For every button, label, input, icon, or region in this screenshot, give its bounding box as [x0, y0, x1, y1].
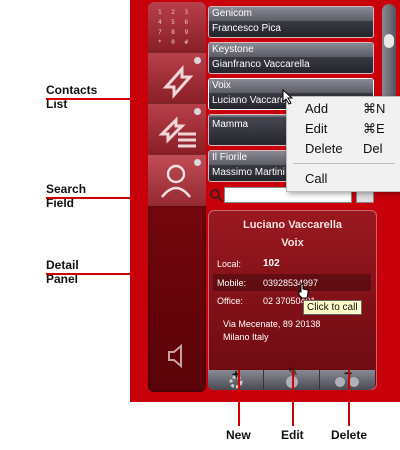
detail-office-label: Office: [217, 296, 243, 306]
callout-search-field: Search Field [46, 182, 86, 210]
detail-address-line1: Via Mecenate, 89 20138 [223, 319, 321, 329]
hand-pointer-icon [298, 283, 309, 299]
callout-delete: Delete [331, 428, 368, 442]
menu-item-edit[interactable]: Edit ⌘E [287, 119, 400, 137]
callout-detail-panel-line1: Detail [46, 258, 79, 272]
context-menu: Add ⌘N Edit ⌘E Delete Del Call [286, 96, 400, 192]
menu-item-delete[interactable]: Delete Del [287, 139, 400, 157]
callout-delete-pointer [348, 370, 350, 426]
menu-item-label: Call [305, 171, 328, 186]
detail-name: Luciano Vaccarella [242, 219, 343, 231]
callout-edit: Edit [281, 428, 304, 442]
detail-mobile-value[interactable]: 03928534997 [263, 278, 318, 288]
callout-detail-panel: Detail Panel [46, 258, 79, 286]
detail-local-value[interactable]: 102 [263, 258, 280, 269]
contact-name: Francesco Pica [212, 23, 281, 34]
callout-contacts-list: Contacts List [46, 83, 97, 111]
gear-icon [229, 375, 243, 389]
callout-new: New [226, 428, 251, 442]
speaker-icon[interactable] [166, 344, 188, 368]
menu-item-label: Delete [305, 141, 343, 156]
callout-search-field-line1: Search [46, 182, 87, 196]
contact-name: Gianfranco Vaccarella [212, 59, 310, 70]
contact-company: Keystone [209, 43, 373, 57]
menu-item-shortcut: Del [363, 141, 383, 156]
menu-item-call[interactable]: Call [287, 169, 400, 187]
callout-new-pointer [238, 370, 240, 426]
person-icon [161, 164, 191, 198]
call-list-icon [158, 116, 196, 148]
click-to-call-tooltip: Click to call [303, 300, 362, 315]
menu-item-add[interactable]: Add ⌘N [287, 99, 400, 117]
call-list-button[interactable] [148, 104, 206, 155]
toolbar: 1 2 3 4 5 6 7 8 9 * 0 # [148, 2, 206, 392]
voicemail-icon [335, 377, 359, 387]
contacts-button[interactable] [148, 155, 206, 206]
keypad-icon: 1 2 3 4 5 6 7 8 9 * 0 # [158, 9, 192, 46]
menu-item-shortcut: ⌘E [363, 121, 385, 136]
mouse-pointer-icon [282, 89, 293, 105]
keypad-button[interactable]: 1 2 3 4 5 6 7 8 9 * 0 # [148, 2, 206, 53]
detail-local-label: Local: [217, 259, 242, 269]
transfer-button[interactable] [148, 53, 206, 104]
menu-item-shortcut: ⌘N [363, 101, 386, 116]
contact-item[interactable]: Genicom Francesco Pica [208, 6, 374, 38]
detail-address-line2: Milano Italy [223, 332, 269, 342]
contact-company: Genicom [209, 7, 373, 21]
detail-mobile-label: Mobile: [217, 278, 247, 288]
new-contact-button[interactable]: + [208, 366, 264, 390]
detail-company: Voix [281, 237, 304, 249]
scrollbar-thumb[interactable] [384, 34, 394, 48]
menu-item-label: Add [305, 101, 329, 116]
search-icon [210, 189, 223, 202]
callout-edit-pointer [292, 370, 294, 426]
menu-separator [293, 163, 395, 164]
transfer-arrows-icon [162, 65, 194, 99]
callout-contacts-list-line1: Contacts [46, 83, 98, 97]
contact-item[interactable]: Keystone Gianfranco Vaccarella [208, 42, 374, 74]
app-window: 1 2 3 4 5 6 7 8 9 * 0 # Genicom Francesc… [130, 0, 400, 402]
menu-item-label: Edit [305, 121, 328, 136]
